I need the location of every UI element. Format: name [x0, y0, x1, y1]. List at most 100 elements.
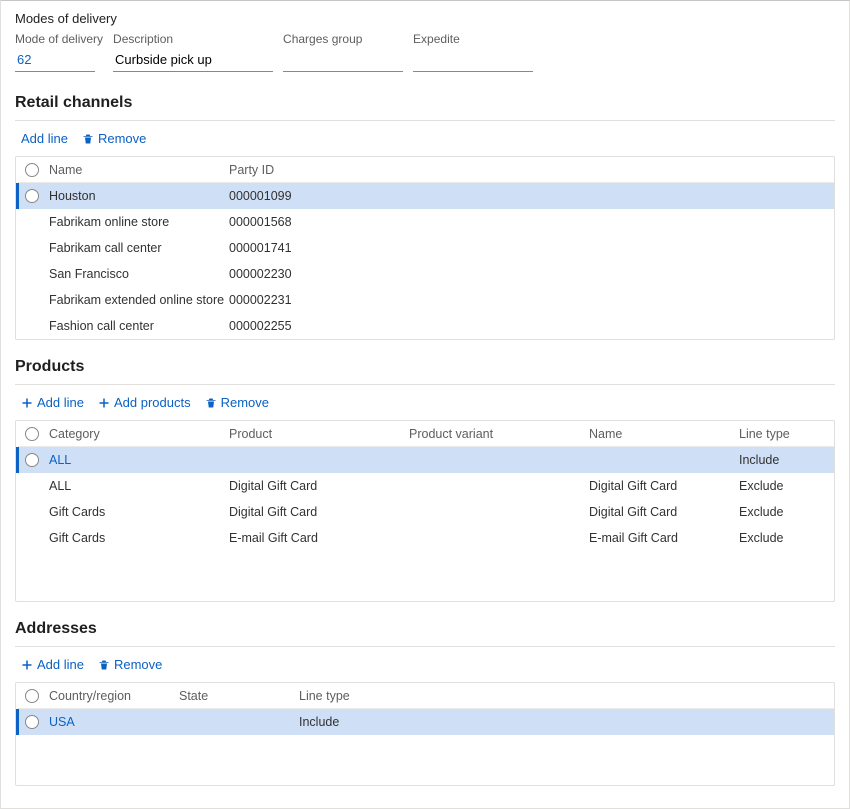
retail-remove-label: Remove [98, 131, 146, 146]
addresses-col-country[interactable]: Country/region [45, 689, 175, 703]
table-row[interactable]: ALLDigital Gift CardDigital Gift CardExc… [16, 473, 834, 499]
addresses-cell-country: USA [45, 715, 175, 729]
table-row[interactable]: USA Include [16, 709, 834, 735]
retail-channels-title: Retail channels [15, 94, 835, 121]
table-row[interactable]: Houston000001099 [16, 183, 834, 209]
trash-icon [82, 133, 94, 145]
retail-toolbar: Add line Remove [15, 129, 835, 156]
products-title: Products [15, 358, 835, 385]
retail-cell-party: 000001099 [225, 189, 834, 203]
addresses-add-line-button[interactable]: Add line [21, 657, 84, 672]
retail-cell-name: Fabrikam online store [45, 215, 225, 229]
products-col-product[interactable]: Product [225, 427, 405, 441]
products-remove-label: Remove [221, 395, 269, 410]
mode-label: Mode of delivery [15, 32, 103, 46]
addresses-remove-label: Remove [114, 657, 162, 672]
retail-add-line-button[interactable]: Add line [21, 131, 68, 146]
products-section: Products Add line Add products Remove Ca… [15, 358, 835, 602]
products-col-category[interactable]: Category [45, 427, 225, 441]
table-row[interactable]: Fabrikam call center000001741 [16, 235, 834, 261]
plus-icon [21, 397, 33, 409]
products-cell-category: ALL [45, 479, 225, 493]
row-selector[interactable] [25, 453, 39, 467]
products-head-row: Category Product Product variant Name Li… [16, 421, 834, 447]
addresses-title: Addresses [15, 620, 835, 647]
trash-icon [205, 397, 217, 409]
table-row[interactable]: Fabrikam online store000001568 [16, 209, 834, 235]
addresses-add-line-label: Add line [37, 657, 84, 672]
addresses-col-state[interactable]: State [175, 689, 295, 703]
addresses-remove-button[interactable]: Remove [98, 657, 162, 672]
products-cell-product: E-mail Gift Card [225, 531, 405, 545]
retail-col-party[interactable]: Party ID [225, 163, 834, 177]
expedite-field: Expedite [413, 32, 533, 72]
products-add-line-label: Add line [37, 395, 84, 410]
description-field: Description [113, 32, 273, 72]
charges-label: Charges group [283, 32, 403, 46]
plus-icon [21, 659, 33, 671]
products-add-products-label: Add products [114, 395, 191, 410]
products-toolbar: Add line Add products Remove [15, 393, 835, 420]
addresses-select-all[interactable] [25, 689, 39, 703]
charges-input[interactable] [283, 48, 403, 72]
mode-field: Mode of delivery [15, 32, 103, 72]
retail-cell-party: 000002231 [225, 293, 834, 307]
products-grid: Category Product Product variant Name Li… [15, 420, 835, 602]
products-select-all[interactable] [25, 427, 39, 441]
retail-col-name[interactable]: Name [45, 163, 225, 177]
products-add-products-button[interactable]: Add products [98, 395, 191, 410]
table-row[interactable]: San Francisco000002230 [16, 261, 834, 287]
description-input[interactable] [113, 48, 273, 72]
products-cell-linetype: Exclude [735, 505, 834, 519]
table-row[interactable]: ALL Include [16, 447, 834, 473]
table-row[interactable]: Gift CardsDigital Gift CardDigital Gift … [16, 499, 834, 525]
addresses-head-row: Country/region State Line type [16, 683, 834, 709]
retail-cell-name: San Francisco [45, 267, 225, 281]
header-section: Modes of delivery Mode of delivery Descr… [1, 1, 849, 76]
retail-cell-name: Fabrikam call center [45, 241, 225, 255]
expedite-label: Expedite [413, 32, 533, 46]
retail-cell-name: Fabrikam extended online store [45, 293, 225, 307]
retail-cell-party: 000002255 [225, 319, 834, 333]
products-cell-category: ALL [45, 453, 225, 467]
retail-cell-party: 000001741 [225, 241, 834, 255]
page-title: Modes of delivery [15, 11, 835, 26]
retail-cell-name: Fashion call center [45, 319, 225, 333]
products-col-variant[interactable]: Product variant [405, 427, 585, 441]
addresses-grid: Country/region State Line type USA Includ… [15, 682, 835, 786]
addresses-cell-linetype: Include [295, 715, 834, 729]
retail-cell-name: Houston [45, 189, 225, 203]
charges-field: Charges group [283, 32, 403, 72]
products-cell-product: Digital Gift Card [225, 479, 405, 493]
products-col-name[interactable]: Name [585, 427, 735, 441]
products-cell-category: Gift Cards [45, 505, 225, 519]
trash-icon [98, 659, 110, 671]
products-col-linetype[interactable]: Line type [735, 427, 834, 441]
products-cell-linetype: Include [735, 453, 834, 467]
products-add-line-button[interactable]: Add line [21, 395, 84, 410]
products-cell-category: Gift Cards [45, 531, 225, 545]
retail-cell-party: 000002230 [225, 267, 834, 281]
products-cell-linetype: Exclude [735, 479, 834, 493]
products-cell-name: Digital Gift Card [585, 479, 735, 493]
retail-grid: Name Party ID Houston000001099Fabrikam o… [15, 156, 835, 340]
addresses-col-linetype[interactable]: Line type [295, 689, 834, 703]
products-remove-button[interactable]: Remove [205, 395, 269, 410]
retail-cell-party: 000001568 [225, 215, 834, 229]
retail-remove-button[interactable]: Remove [82, 131, 146, 146]
row-selector[interactable] [25, 715, 39, 729]
expedite-input[interactable] [413, 48, 533, 72]
addresses-toolbar: Add line Remove [15, 655, 835, 682]
row-selector[interactable] [25, 189, 39, 203]
addresses-section: Addresses Add line Remove Country/region… [15, 620, 835, 786]
table-row[interactable]: Fabrikam extended online store000002231 [16, 287, 834, 313]
products-cell-name: E-mail Gift Card [585, 531, 735, 545]
retail-select-all[interactable] [25, 163, 39, 177]
retail-head-row: Name Party ID [16, 157, 834, 183]
table-row[interactable]: Gift CardsE-mail Gift CardE-mail Gift Ca… [16, 525, 834, 551]
products-cell-linetype: Exclude [735, 531, 834, 545]
table-row[interactable]: Fashion call center000002255 [16, 313, 834, 339]
products-cell-product: Digital Gift Card [225, 505, 405, 519]
plus-icon [98, 397, 110, 409]
mode-input[interactable] [15, 48, 95, 72]
